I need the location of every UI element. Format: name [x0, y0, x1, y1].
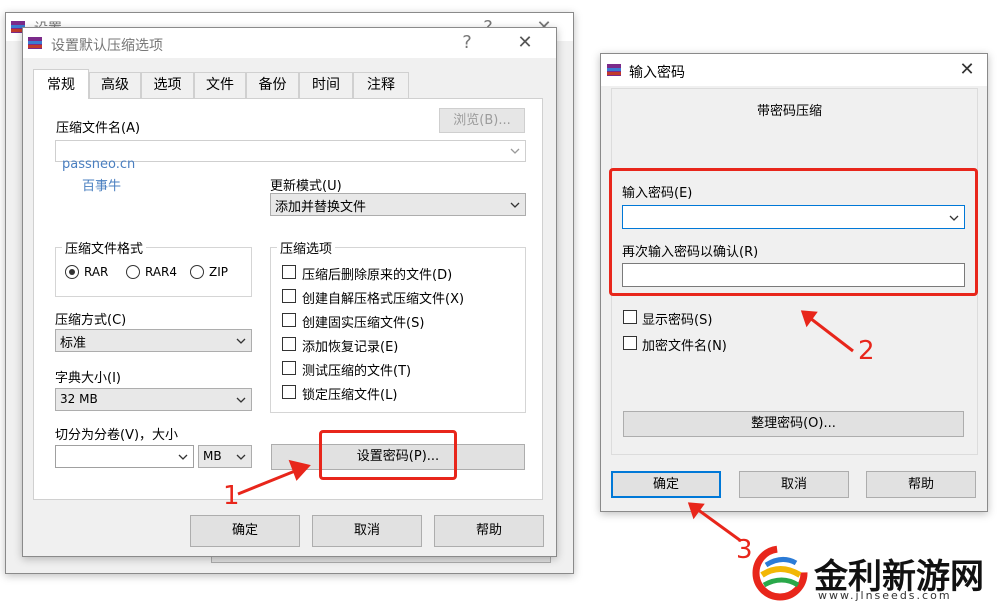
arrow-3-head [687, 502, 705, 520]
logo-url: www.jlnseeds.com [818, 589, 952, 602]
arrow-3 [696, 507, 742, 543]
arrow-2 [809, 316, 854, 353]
site-logo: 金利新游网 www.jlnseeds.com [752, 543, 1001, 606]
annotation-number-1: 1 [223, 481, 240, 511]
arrow-1 [237, 467, 301, 496]
logo-mark [752, 545, 808, 601]
annotation-number-3: 3 [736, 535, 753, 565]
annotation-arrows [237, 310, 854, 543]
tab-general[interactable]: 常规 [33, 69, 89, 99]
arrow-1-head [288, 459, 311, 481]
annotation-number-2: 2 [858, 336, 875, 366]
